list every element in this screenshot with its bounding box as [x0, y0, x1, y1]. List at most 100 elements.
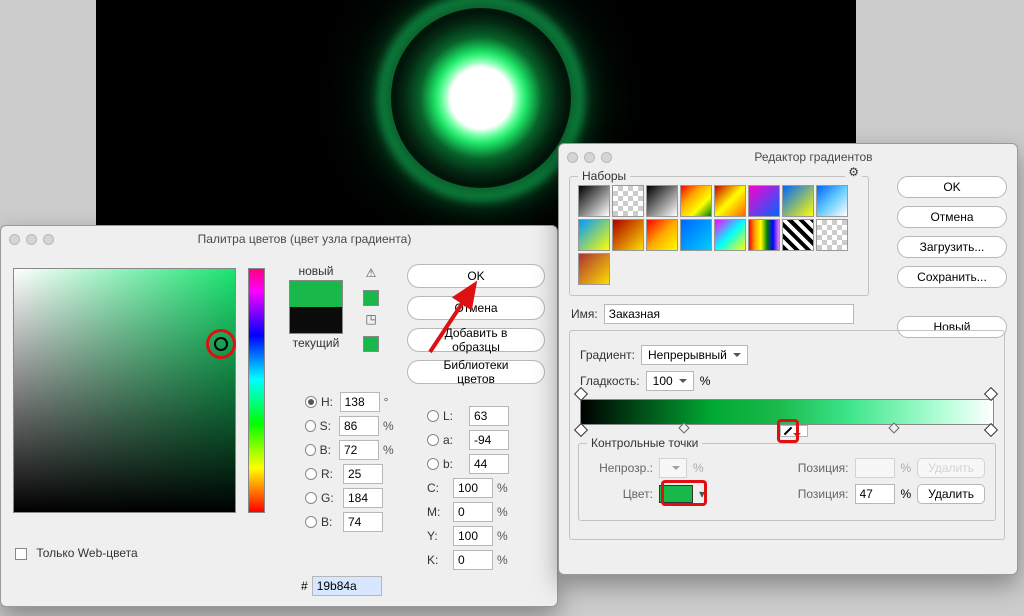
- preset-swatch[interactable]: [782, 219, 814, 251]
- radio-bv[interactable]: [305, 444, 316, 456]
- nearest-safe-swatch-1[interactable]: [363, 290, 379, 306]
- window-controls[interactable]: [567, 152, 612, 163]
- saturation-value-field[interactable]: [13, 268, 236, 513]
- preset-swatch[interactable]: [578, 253, 610, 285]
- close-icon[interactable]: [9, 234, 20, 245]
- warning-icon[interactable]: ⚠: [363, 266, 379, 282]
- preset-swatch[interactable]: [612, 219, 644, 251]
- gradient-type-label: Градиент:: [580, 348, 635, 362]
- color-label: Цвет:: [589, 487, 653, 501]
- unit-deg: °: [384, 395, 395, 409]
- preset-swatch[interactable]: [816, 185, 848, 217]
- new-color-swatch[interactable]: [290, 281, 342, 307]
- label-bb: B:: [321, 515, 339, 529]
- window-controls[interactable]: [9, 234, 54, 245]
- grad-save-button[interactable]: Сохранить...: [897, 266, 1007, 288]
- grad-cancel-button[interactable]: Отмена: [897, 206, 1007, 228]
- color-libraries-button[interactable]: Библиотеки цветов: [407, 360, 545, 384]
- add-to-swatches-button[interactable]: Добавить в образцы: [407, 328, 545, 352]
- opacity-delete-button: Удалить: [917, 458, 985, 478]
- opacity-position-label: Позиция:: [785, 461, 849, 475]
- nearest-safe-swatch-2[interactable]: [363, 336, 379, 352]
- preset-swatch[interactable]: [680, 185, 712, 217]
- radio-s[interactable]: [305, 420, 316, 432]
- name-label: Имя:: [571, 307, 598, 321]
- gradient-editor-titlebar[interactable]: Редактор градиентов: [559, 144, 1017, 170]
- opacity-label: Непрозр.:: [589, 461, 653, 475]
- current-color-swatch[interactable]: [290, 307, 342, 333]
- new-color-label: новый: [298, 264, 333, 278]
- radio-b2[interactable]: [427, 458, 439, 470]
- color-stop[interactable]: [574, 423, 588, 437]
- preset-swatch[interactable]: [748, 219, 780, 251]
- ok-button[interactable]: OK: [407, 264, 545, 288]
- color-picker-titlebar[interactable]: Палитра цветов (цвет узла градиента): [1, 226, 557, 252]
- input-bb[interactable]: [343, 512, 383, 532]
- input-r[interactable]: [343, 464, 383, 484]
- input-g[interactable]: [343, 488, 383, 508]
- input-m[interactable]: [453, 502, 493, 522]
- close-icon[interactable]: [567, 152, 578, 163]
- input-b2[interactable]: [469, 454, 509, 474]
- color-stop[interactable]: [984, 423, 998, 437]
- hex-input[interactable]: [312, 576, 382, 596]
- grad-load-button[interactable]: Загрузить...: [897, 236, 1007, 258]
- input-h[interactable]: [340, 392, 380, 412]
- label-k: K:: [427, 553, 449, 567]
- radio-h[interactable]: [305, 396, 317, 408]
- web-safe-checkbox[interactable]: [15, 548, 27, 560]
- gear-icon[interactable]: ⚙: [845, 165, 862, 179]
- radio-r[interactable]: [305, 468, 317, 480]
- radio-l[interactable]: [427, 410, 439, 422]
- preset-swatch[interactable]: [680, 219, 712, 251]
- web-safe-checkbox-row[interactable]: Только Web-цвета: [15, 546, 138, 560]
- input-s[interactable]: [339, 416, 379, 436]
- input-y[interactable]: [453, 526, 493, 546]
- opacity-stop[interactable]: [984, 387, 998, 401]
- web-safe-label: Только Web-цвета: [36, 546, 137, 560]
- label-r: R:: [321, 467, 339, 481]
- color-position-input[interactable]: [855, 484, 895, 504]
- preset-swatch[interactable]: [816, 219, 848, 251]
- preset-swatch[interactable]: [748, 185, 780, 217]
- minimize-icon[interactable]: [584, 152, 595, 163]
- preset-swatch[interactable]: [646, 185, 678, 217]
- lens-flare-effect: [391, 8, 571, 188]
- minimize-icon[interactable]: [26, 234, 37, 245]
- input-c[interactable]: [453, 478, 493, 498]
- preset-swatch[interactable]: [646, 219, 678, 251]
- input-bv[interactable]: [339, 440, 379, 460]
- preset-swatch[interactable]: [782, 185, 814, 217]
- preset-swatch[interactable]: [714, 219, 746, 251]
- gradient-bar[interactable]: [580, 399, 994, 425]
- label-l: L:: [443, 409, 465, 423]
- input-a[interactable]: [469, 430, 509, 450]
- label-c: C:: [427, 481, 449, 495]
- smoothness-select[interactable]: 100: [646, 371, 694, 391]
- zoom-icon[interactable]: [43, 234, 54, 245]
- gradient-editor-title: Редактор градиентов: [618, 150, 1009, 164]
- hue-slider[interactable]: [248, 268, 265, 513]
- color-delete-button[interactable]: Удалить: [917, 484, 985, 504]
- radio-g[interactable]: [305, 492, 317, 504]
- radio-a[interactable]: [427, 434, 439, 446]
- preset-swatch[interactable]: [578, 219, 610, 251]
- zoom-icon[interactable]: [601, 152, 612, 163]
- gradient-type-select[interactable]: Непрерывный: [641, 345, 748, 365]
- opacity-select: [659, 458, 687, 478]
- gradient-name-input[interactable]: [604, 304, 854, 324]
- cancel-button[interactable]: Отмена: [407, 296, 545, 320]
- grad-ok-button[interactable]: OK: [897, 176, 1007, 198]
- cube-icon[interactable]: ◳: [363, 312, 379, 328]
- preset-swatch[interactable]: [578, 185, 610, 217]
- input-l[interactable]: [469, 406, 509, 426]
- opacity-stop[interactable]: [574, 387, 588, 401]
- input-k[interactable]: [453, 550, 493, 570]
- preset-swatch[interactable]: [612, 185, 644, 217]
- smooth-unit: %: [700, 374, 711, 388]
- radio-bb[interactable]: [305, 516, 317, 528]
- color-swatch-compare: [289, 280, 343, 334]
- preset-swatch[interactable]: [714, 185, 746, 217]
- unit-y: %: [497, 529, 511, 543]
- color-cursor[interactable]: [214, 337, 228, 351]
